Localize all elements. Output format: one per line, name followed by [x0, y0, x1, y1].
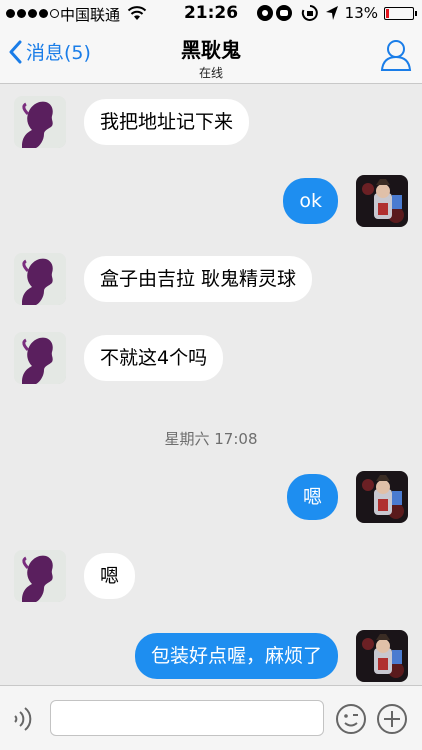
- my-avatar[interactable]: [356, 630, 408, 682]
- profile-icon[interactable]: [380, 38, 412, 72]
- voice-input-icon[interactable]: [10, 704, 38, 734]
- contact-avatar[interactable]: [14, 332, 66, 384]
- battery-icon: [384, 6, 417, 20]
- incoming-message[interactable]: 我把地址记下来: [84, 98, 250, 146]
- nav-bar: 消息(5) 黑耿鬼 在线: [0, 28, 422, 84]
- message-row: 嗯: [286, 471, 408, 523]
- message-input[interactable]: [50, 700, 324, 736]
- incoming-message[interactable]: 嗯: [84, 552, 136, 600]
- battery-percent: 13%: [344, 4, 378, 22]
- outgoing-message[interactable]: ok: [283, 177, 338, 225]
- message-row: 嗯: [14, 550, 136, 602]
- bluetooth-app-icon: [256, 5, 292, 21]
- incoming-message[interactable]: 盒子由吉拉 耿鬼精灵球: [84, 255, 313, 303]
- online-status: 在线: [198, 66, 223, 80]
- status-bar: 中国联通 21:26 13%: [0, 0, 422, 28]
- message-row: 包装好点喔，麻烦了: [134, 630, 408, 682]
- rotation-lock-icon: [301, 5, 318, 21]
- message-row: 盒子由吉拉 耿鬼精灵球: [14, 253, 313, 305]
- contact-avatar[interactable]: [14, 550, 66, 602]
- my-avatar[interactable]: [356, 175, 408, 227]
- location-arrow-icon: [325, 6, 338, 20]
- contact-avatar[interactable]: [14, 253, 66, 305]
- message-row: 不就这4个吗: [14, 332, 224, 384]
- message-timestamp: 星期六 17:08: [164, 430, 258, 448]
- outgoing-message[interactable]: 嗯: [286, 473, 338, 521]
- message-row: ok: [283, 175, 408, 227]
- emoji-icon[interactable]: [335, 703, 367, 735]
- add-attachment-icon[interactable]: [376, 703, 408, 735]
- contact-avatar[interactable]: [14, 96, 66, 148]
- outgoing-message[interactable]: 包装好点喔，麻烦了: [134, 632, 338, 680]
- my-avatar[interactable]: [356, 471, 408, 523]
- input-bar: [0, 685, 422, 750]
- page-title: 黑耿鬼: [181, 38, 241, 62]
- incoming-message[interactable]: 不就这4个吗: [84, 334, 224, 382]
- message-row: 我把地址记下来: [14, 96, 250, 148]
